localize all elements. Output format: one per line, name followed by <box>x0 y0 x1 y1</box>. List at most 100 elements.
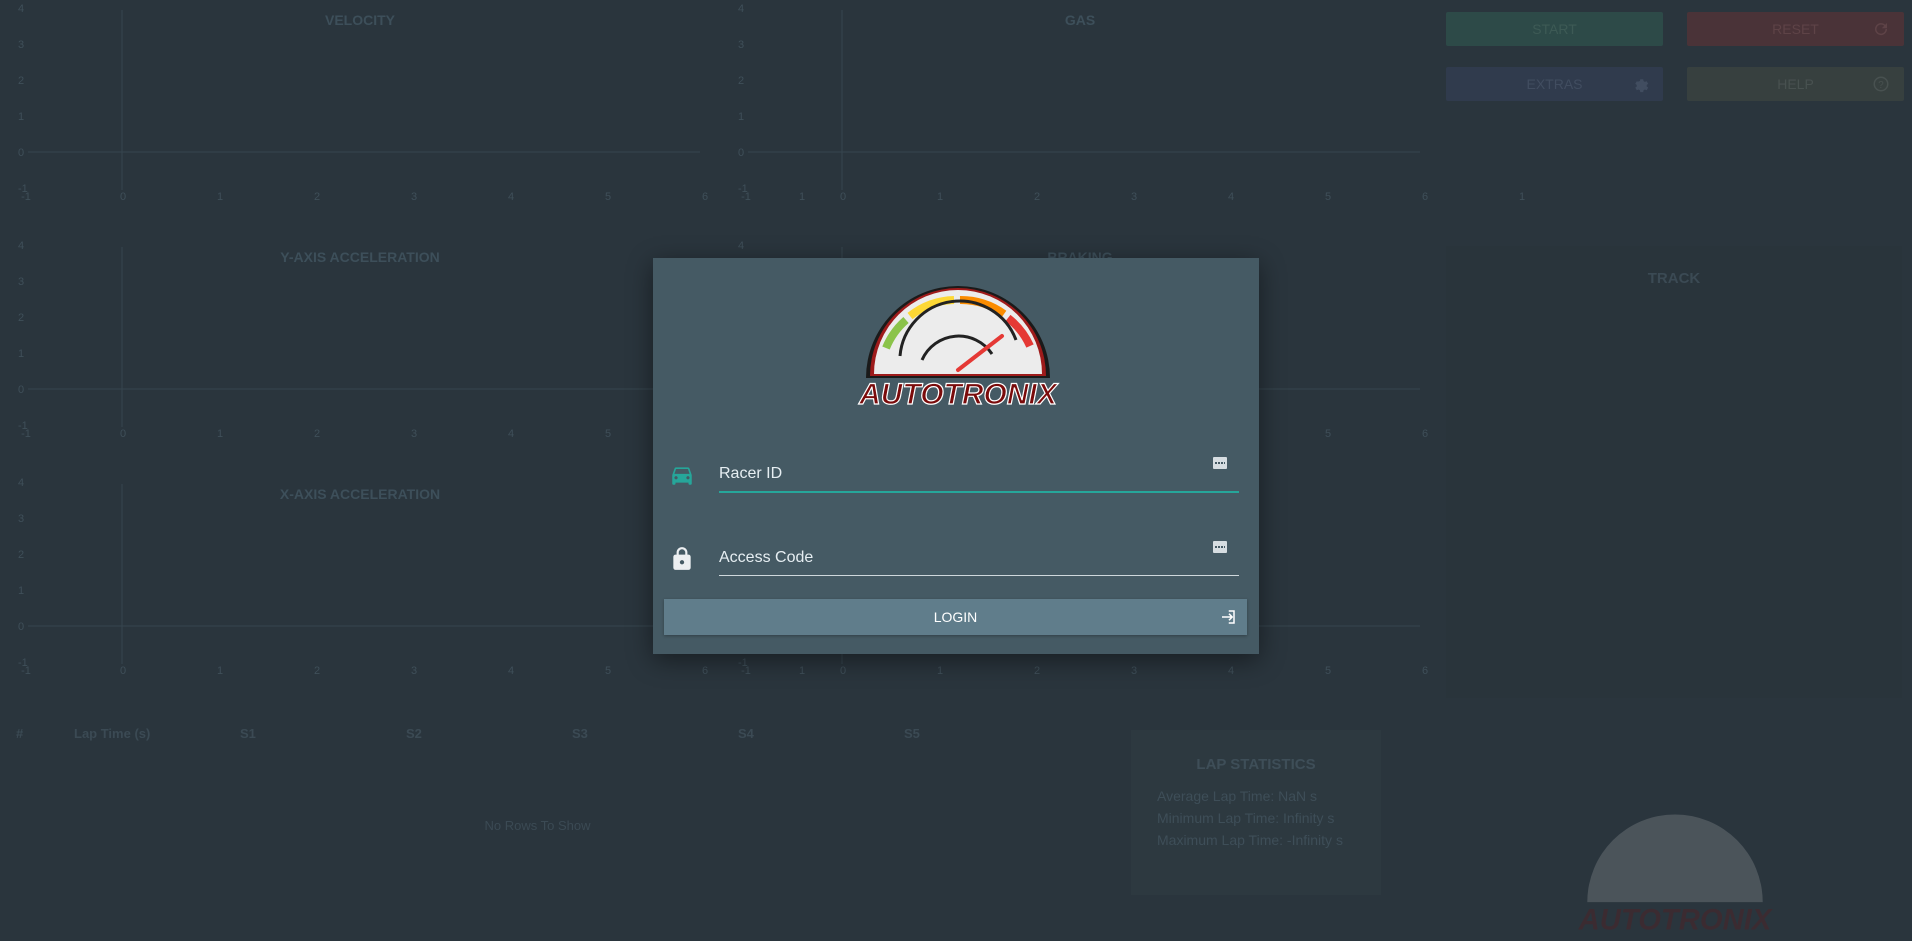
empty-table-message: No Rows To Show <box>484 818 591 833</box>
laps-table: # Lap Time (s) S1 S2 S3 S4 S5 No Rows To… <box>0 716 1075 941</box>
x-tick-label: 2 <box>1034 191 1040 203</box>
x-tick-label: 5 <box>605 428 611 440</box>
y-tick-label: 4 <box>18 3 24 15</box>
keyboard-icon[interactable] <box>1213 541 1227 553</box>
velocity-chart: VELOCITY -1 0 1 2 3 4 -1 0 1 2 3 4 5 6 1 <box>0 0 805 215</box>
access-code-input[interactable] <box>719 542 1239 574</box>
x-tick-label: 1 <box>217 428 223 440</box>
x-tick-label: 0 <box>120 191 126 203</box>
autotronix-logo: AUTOTRONIX <box>858 286 1059 410</box>
help-icon: ? <box>1873 76 1889 92</box>
y-acceleration-chart-svg: -101234-101234561 <box>18 240 805 440</box>
laps-table-header: # Lap Time (s) S1 S2 S3 S4 S5 <box>0 716 1075 750</box>
y-tick-label: 1 <box>738 111 744 123</box>
column-header: S5 <box>904 726 920 741</box>
y-tick-label: 0 <box>18 621 24 633</box>
svg-text:?: ? <box>1878 80 1884 91</box>
access-code-field <box>663 532 1239 582</box>
x-tick-label: 3 <box>411 191 417 203</box>
login-button[interactable]: LOGIN <box>664 599 1247 635</box>
login-icon <box>1222 610 1235 624</box>
lap-statistics-card: LAP STATISTICS Average Lap Time: NaN s M… <box>1131 730 1381 895</box>
start-button[interactable]: START <box>1446 12 1663 46</box>
x-tick-label: 4 <box>508 665 514 677</box>
maximum-lap-time: Maximum Lap Time: -Infinity s <box>1157 832 1343 848</box>
column-header: S4 <box>738 726 754 741</box>
car-icon <box>672 467 692 485</box>
y-tick-label: 2 <box>18 312 24 324</box>
y-tick-label: 3 <box>738 39 744 51</box>
help-button[interactable]: HELP ? <box>1687 67 1904 101</box>
x-tick-label: 0 <box>120 428 126 440</box>
x-tick-label: 5 <box>1325 428 1331 440</box>
x-tick-label: 3 <box>1131 665 1137 677</box>
y-tick-label: 1 <box>18 585 24 597</box>
x-acceleration-chart: X-AXIS ACCELERATION -1 0 1 2 3 4 -1 0 1 2 3 4 5 6 1 <box>0 474 805 689</box>
y-tick-label: 0 <box>738 147 744 159</box>
x-tick-label: 2 <box>1034 665 1040 677</box>
x-tick-label: 2 <box>314 191 320 203</box>
track-panel: TRACK <box>1446 246 1902 698</box>
racer-id-field <box>663 448 1239 498</box>
x-tick-label: -1 <box>741 191 751 203</box>
x-tick-label: 5 <box>1325 191 1331 203</box>
x-tick-label: 1 <box>217 665 223 677</box>
x-tick-label: 5 <box>1325 665 1331 677</box>
x-tick-label: 3 <box>411 428 417 440</box>
y-tick-label: 3 <box>18 39 24 51</box>
column-header: Lap Time (s) <box>74 726 151 741</box>
refresh-icon <box>1875 23 1888 36</box>
column-header: # <box>16 726 24 741</box>
login-dialog: AUTOTRONIX LOGIN <box>653 258 1259 654</box>
x-tick-label: 1 <box>937 665 943 677</box>
x-tick-label: 6 <box>1422 428 1428 440</box>
column-header: S3 <box>572 726 588 741</box>
y-tick-label: 1 <box>18 348 24 360</box>
track-title: TRACK <box>1647 270 1701 287</box>
brand-text: AUTOTRONIX <box>858 378 1059 410</box>
x-tick-label: 4 <box>508 428 514 440</box>
y-tick-label: 2 <box>18 75 24 87</box>
login-label: LOGIN <box>933 609 978 625</box>
x-tick-label: 4 <box>1228 191 1234 203</box>
x-tick-label: 6 <box>1422 665 1428 677</box>
keyboard-icon[interactable] <box>1213 457 1227 469</box>
racer-id-input[interactable] <box>719 458 1239 490</box>
y-acceleration-chart: Y-AXIS ACCELERATION -101234-101234561 <box>0 237 805 452</box>
extras-button[interactable]: EXTRAS <box>1446 67 1663 101</box>
y-tick-label: 1 <box>18 111 24 123</box>
x-tick-label: 1 <box>1519 191 1525 203</box>
y-tick-label: 4 <box>18 240 24 252</box>
help-label: HELP <box>1777 76 1814 92</box>
x-tick-label: 0 <box>120 665 126 677</box>
x-tick-label: -1 <box>21 191 31 203</box>
y-tick-label: 4 <box>738 3 744 15</box>
x-acceleration-chart-svg: -101234-1 0 1 2 3 4 5 6 1 <box>18 477 805 677</box>
average-lap-time: Average Lap Time: NaN s <box>1157 788 1318 804</box>
x-tick-label: 6 <box>702 191 708 203</box>
y-tick-label: 4 <box>18 477 24 489</box>
x-tick-label: -1 <box>21 428 31 440</box>
gas-chart: GAS -1 0 1 2 3 4 -1 0 1 2 3 4 5 6 1 <box>720 0 1525 215</box>
lap-statistics-title: LAP STATISTICS <box>1196 756 1316 773</box>
y-tick-label: 3 <box>18 276 24 288</box>
x-tick-label: -1 <box>21 665 31 677</box>
x-tick-label: 2 <box>314 428 320 440</box>
autotronix-logo-watermark: AUTOTRONIX <box>1578 814 1773 936</box>
y-tick-label: 4 <box>738 240 744 252</box>
y-tick-label: 0 <box>18 147 24 159</box>
x-tick-label: 1 <box>937 191 943 203</box>
y-tick-label: 2 <box>18 549 24 561</box>
reset-button[interactable]: RESET <box>1687 12 1904 46</box>
x-tick-label: 6 <box>1422 191 1428 203</box>
x-tick-label: 2 <box>314 665 320 677</box>
gear-icon <box>1635 79 1649 93</box>
velocity-chart-svg: -1 0 1 2 3 4 -1 0 1 2 3 4 5 6 1 <box>18 3 805 203</box>
reset-label: RESET <box>1772 21 1819 37</box>
svg-text:AUTOTRONIX: AUTOTRONIX <box>1578 904 1773 936</box>
minimum-lap-time: Minimum Lap Time: Infinity s <box>1157 810 1335 826</box>
y-tick-label: 3 <box>18 513 24 525</box>
extras-label: EXTRAS <box>1526 76 1583 92</box>
lock-icon <box>673 547 691 570</box>
column-header: S2 <box>406 726 422 741</box>
